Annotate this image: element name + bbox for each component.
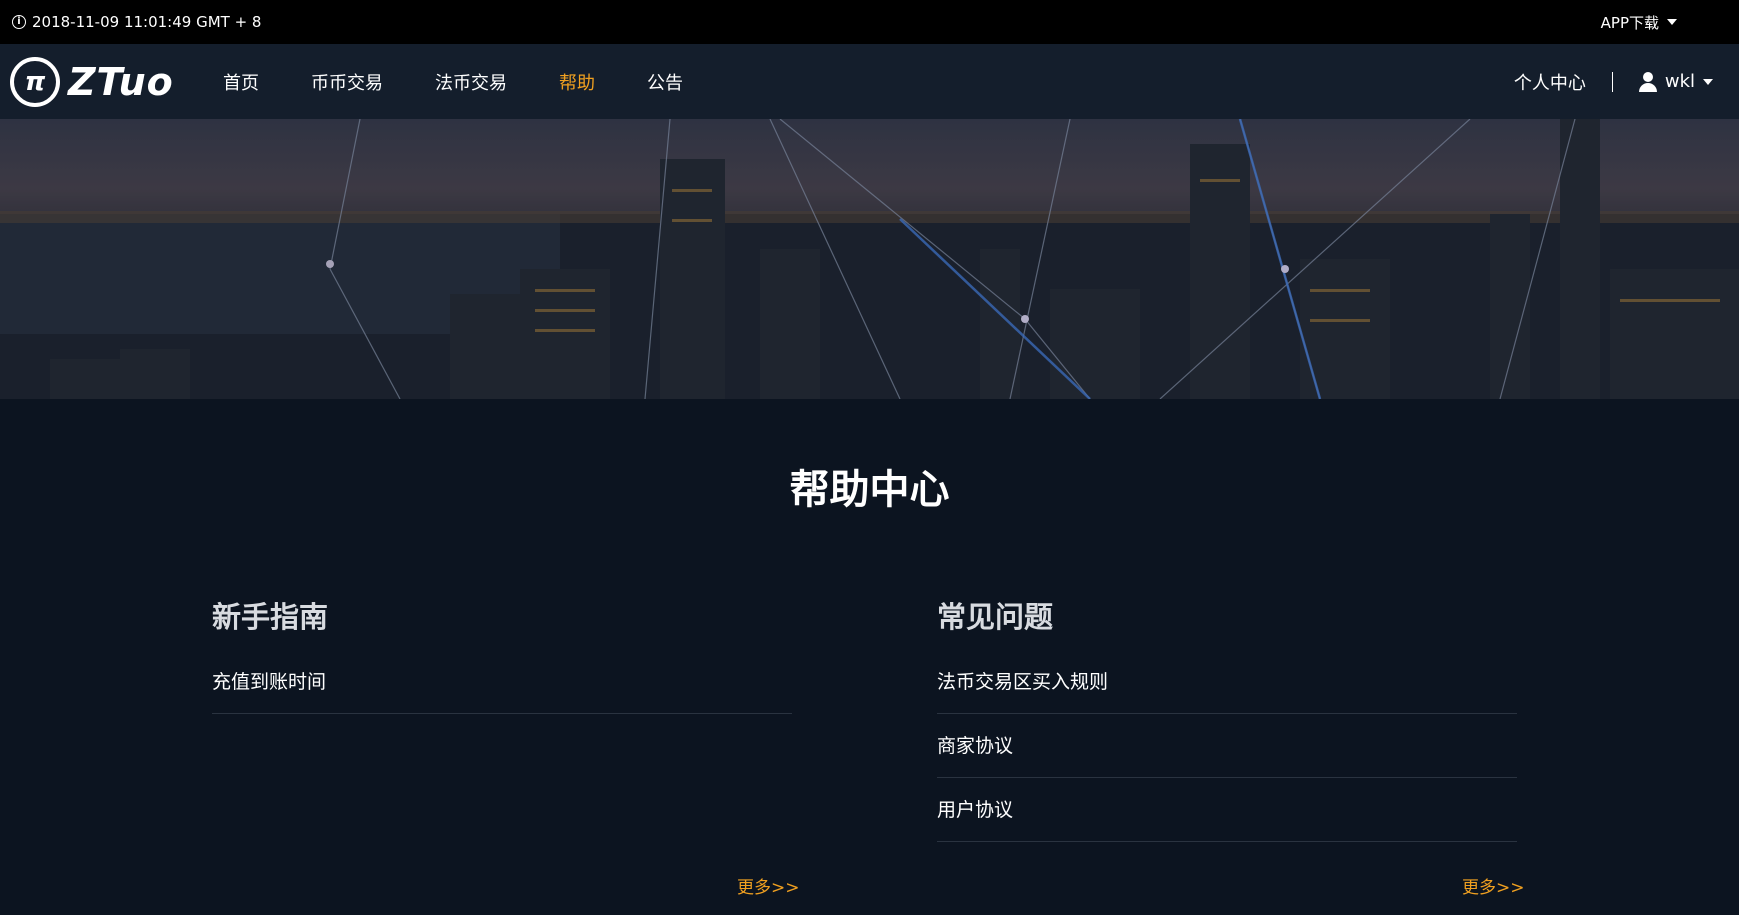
logo-text: ZTuo <box>68 59 174 104</box>
nav-help[interactable]: 帮助 <box>559 69 595 95</box>
info-circle-icon: i <box>12 15 26 29</box>
nav-announcement[interactable]: 公告 <box>647 69 683 95</box>
logo-mark-icon: π <box>10 56 60 107</box>
beginner-guide-list: 充值到账时间 <box>212 650 792 714</box>
city-skyline-graphic <box>0 119 1739 399</box>
nav-links: 首页 币币交易 法币交易 帮助 公告 <box>223 69 735 95</box>
app-download-dropdown[interactable]: APP下载 <box>1601 12 1677 33</box>
server-time: i 2018-11-09 11:01:49 GMT + 8 <box>12 13 261 31</box>
beginner-guide-section: 新手指南 充值到账时间 <box>212 594 792 714</box>
list-item[interactable]: 用户协议 <box>937 778 1517 842</box>
page-title: 帮助中心 <box>789 467 950 513</box>
nav-home[interactable]: 首页 <box>223 69 259 95</box>
beginner-guide-title: 新手指南 <box>212 600 329 634</box>
user-icon <box>1638 71 1657 92</box>
app-download-label: APP下载 <box>1600 13 1659 32</box>
nav-fiat-trade[interactable]: 法币交易 <box>435 69 507 95</box>
personal-center-link[interactable]: 个人中心 <box>1514 69 1586 95</box>
username: wkl <box>1664 71 1695 92</box>
list-item[interactable]: 法币交易区买入规则 <box>937 650 1517 714</box>
nav-right: 个人中心 wkl <box>1514 69 1713 95</box>
faq-more-link[interactable]: 更多>> <box>1462 873 1525 898</box>
chevron-down-icon <box>1703 78 1713 85</box>
top-bar: i 2018-11-09 11:01:49 GMT + 8 APP下载 <box>0 0 1739 44</box>
server-time-text: 2018-11-09 11:01:49 GMT + 8 <box>32 13 262 31</box>
help-center-main: 帮助中心 新手指南 充值到账时间 更多>> 常见问题 法币交易区买入规则 商家协… <box>0 399 1739 915</box>
main-navbar: π ZTuo 首页 币币交易 法币交易 帮助 公告 个人中心 wkl <box>0 44 1739 119</box>
faq-list: 法币交易区买入规则 商家协议 用户协议 <box>937 650 1517 842</box>
chevron-down-icon <box>1667 19 1677 25</box>
beginner-more-link[interactable]: 更多>> <box>737 873 800 898</box>
faq-title: 常见问题 <box>937 600 1054 634</box>
user-menu[interactable]: wkl <box>1638 71 1713 92</box>
nav-divider <box>1611 71 1613 92</box>
nav-coin-trade[interactable]: 币币交易 <box>311 69 383 95</box>
list-item[interactable]: 充值到账时间 <box>212 650 792 714</box>
list-item[interactable]: 商家协议 <box>937 714 1517 778</box>
faq-section: 常见问题 法币交易区买入规则 商家协议 用户协议 <box>937 594 1517 842</box>
hero-banner-image <box>0 119 1739 399</box>
logo[interactable]: π ZTuo <box>10 56 210 107</box>
